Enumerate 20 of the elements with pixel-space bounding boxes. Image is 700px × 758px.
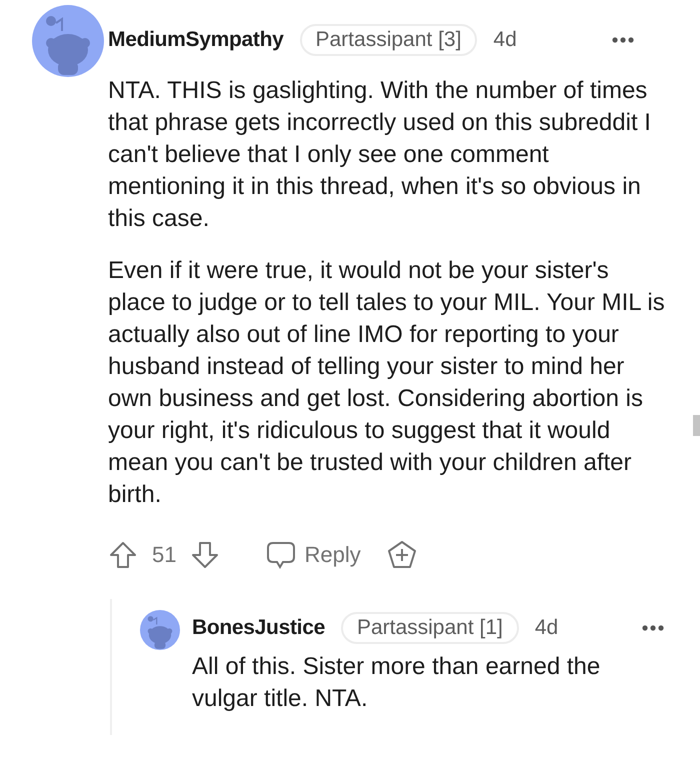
avatar-icon (140, 610, 180, 650)
comment-age: 4d (534, 616, 558, 640)
username[interactable]: BonesJustice (192, 616, 325, 640)
comment-text: All of this. Sister more than earned the vulgar title. NTA. (192, 652, 602, 714)
award-icon[interactable] (386, 540, 417, 570)
upvote-icon[interactable] (108, 540, 138, 570)
comment-age: 4d (493, 28, 517, 52)
scrollbar-thumb[interactable] (693, 415, 700, 436)
avatar-icon (32, 5, 104, 77)
comment-icon (266, 541, 296, 569)
username[interactable]: MediumSympathy (108, 28, 284, 52)
reply-button[interactable]: Reply (266, 541, 361, 569)
more-options-icon[interactable] (612, 37, 634, 43)
comment-text: Even if it were true, it would not be your sister's place to judge or to tell tales to your MIL. Your MIL is actually also out of line IMO for reporting to your husband instead of telling your sister to mind her own business and get lost. Considering abortion is your right, it's ridiculous to suggest that it would mean you can't be trusted with your children after birth. (108, 256, 666, 510)
more-options-icon[interactable] (642, 625, 664, 631)
downvote-icon[interactable] (190, 540, 220, 570)
user-flair: Partassipant [3] (300, 24, 478, 56)
user-flair: Partassipant [1] (340, 612, 519, 644)
vote-count: 51 (152, 542, 176, 568)
comment-text: NTA. THIS is gaslighting. With the number of times that phrase gets incorrectly used on this subreddit I can't believe that I only see one comment mentioning it in this thread, when it's so obvious in this case. (108, 76, 652, 234)
